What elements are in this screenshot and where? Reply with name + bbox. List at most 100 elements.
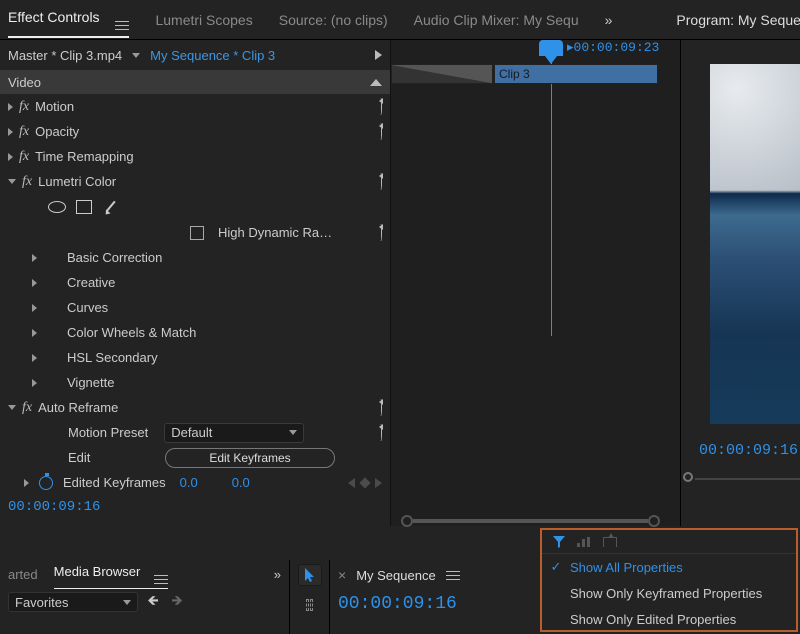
menu-show-all[interactable]: ✓ Show All Properties — [542, 554, 796, 580]
nav-back-button[interactable]: 🡸 — [144, 594, 162, 610]
panel-menu-icon[interactable] — [154, 575, 168, 584]
pen-mask-icon[interactable] — [102, 200, 116, 214]
lumetri-wheels-row[interactable]: Color Wheels & Match — [0, 320, 390, 345]
scrubber-handle[interactable] — [683, 472, 693, 482]
menu-show-all-label: Show All Properties — [570, 560, 683, 575]
favorites-select[interactable]: Favorites — [8, 592, 138, 612]
reset-icon[interactable] — [380, 98, 382, 115]
lumetri-hdr-row[interactable]: High Dynamic Ra… — [0, 220, 390, 245]
close-icon[interactable]: × — [338, 567, 346, 583]
fx-autoreframe-row[interactable]: fx Auto Reframe — [0, 395, 390, 420]
panel-menu-icon[interactable] — [446, 571, 460, 580]
nav-forward-button[interactable]: 🡺 — [168, 594, 186, 610]
reset-icon[interactable] — [380, 424, 382, 441]
add-keyframe-icon[interactable] — [359, 477, 370, 488]
effect-controls-timecode[interactable]: 00:00:09:16 — [0, 495, 390, 519]
timeline-clip-label: Clip 3 — [499, 67, 530, 81]
tabs-overflow[interactable]: » — [605, 12, 613, 28]
fx-opacity-row[interactable]: fx Opacity — [0, 119, 390, 144]
program-scrubber[interactable] — [687, 475, 800, 483]
program-monitor: 00:00:09:16 — [680, 40, 800, 526]
motionpreset-select[interactable]: Default — [164, 423, 304, 443]
expand-icon[interactable] — [32, 279, 37, 287]
filter-icon[interactable] — [552, 535, 565, 548]
lumetri-curves-row[interactable]: Curves — [0, 295, 390, 320]
levels-icon[interactable] — [577, 537, 591, 547]
expand-icon[interactable] — [32, 304, 37, 312]
tab-source[interactable]: Source: (no clips) — [279, 12, 388, 28]
edited-keyframes-row[interactable]: Edited Keyframes 0.0 0.0 — [0, 470, 390, 495]
keyframe-value-1[interactable]: 0.0 — [180, 475, 198, 490]
zoom-bar[interactable] — [413, 519, 648, 523]
main-area: Master * Clip 3.mp4 My Sequence * Clip 3… — [0, 40, 800, 526]
sort-triangle-icon[interactable] — [370, 79, 382, 86]
stopwatch-icon[interactable] — [39, 476, 53, 490]
expand-icon[interactable] — [32, 354, 37, 362]
lumetri-creative-row[interactable]: Creative — [0, 270, 390, 295]
menu-show-edited[interactable]: Show Only Edited Properties — [542, 606, 796, 632]
fx-timeremap-row[interactable]: fx Time Remapping — [0, 144, 390, 169]
timeline-clip-prev[interactable] — [391, 64, 493, 84]
expand-icon[interactable] — [24, 479, 29, 487]
expand-icon[interactable] — [8, 153, 13, 161]
zoom-handle-right[interactable] — [648, 515, 660, 527]
expand-icon[interactable] — [32, 254, 37, 262]
ellipse-mask-icon[interactable] — [48, 201, 66, 213]
fx-motion-row[interactable]: fx Motion — [0, 94, 390, 119]
expand-icon[interactable] — [8, 128, 13, 136]
checkbox-hdr[interactable] — [190, 226, 204, 240]
collapse-icon[interactable] — [8, 405, 16, 410]
media-browser-toolbar: Favorites 🡸 🡺 — [0, 588, 289, 616]
video-section-header[interactable]: Video — [0, 70, 390, 94]
reset-icon[interactable] — [380, 224, 382, 241]
collapse-icon[interactable] — [8, 179, 16, 184]
menu-show-keyframed[interactable]: Show Only Keyframed Properties — [542, 580, 796, 606]
reset-icon[interactable] — [380, 123, 382, 140]
keyframe-value-2[interactable]: 0.0 — [232, 475, 250, 490]
fx-lumetri-row[interactable]: fx Lumetri Color — [0, 169, 390, 194]
chevron-down-icon[interactable] — [132, 53, 140, 58]
tab-project-partial[interactable]: arted — [8, 567, 38, 582]
panel-menu-icon[interactable] — [115, 21, 129, 30]
play-icon[interactable] — [375, 50, 382, 60]
export-icon[interactable] — [603, 537, 617, 547]
program-timecode[interactable]: 00:00:09:16 — [699, 442, 798, 459]
edit-keyframes-button[interactable]: Edit Keyframes — [165, 448, 335, 468]
fx-motion-label: Motion — [35, 99, 74, 114]
effect-timeline[interactable]: ▸00:00:09:23 Clip 3 — [390, 40, 680, 526]
track-select-tool[interactable] — [298, 594, 322, 616]
program-preview[interactable] — [710, 64, 800, 424]
lumetri-hsl-row[interactable]: HSL Secondary — [0, 345, 390, 370]
reset-icon[interactable] — [380, 173, 382, 190]
lumetri-vignette-label: Vignette — [67, 375, 114, 390]
tab-audio-mixer[interactable]: Audio Clip Mixer: My Sequ — [414, 12, 579, 28]
timeline-clip-current[interactable]: Clip 3 — [494, 64, 658, 84]
prev-keyframe-icon[interactable] — [348, 478, 355, 488]
video-section-label: Video — [8, 75, 41, 90]
lumetri-basic-row[interactable]: Basic Correction — [0, 245, 390, 270]
expand-icon[interactable] — [32, 379, 37, 387]
expand-icon[interactable] — [32, 329, 37, 337]
selection-tool[interactable] — [298, 564, 322, 586]
top-panel-tabs: Effect Controls Lumetri Scopes Source: (… — [0, 0, 800, 40]
zoom-handle-left[interactable] — [401, 515, 413, 527]
sequence-tab[interactable]: My Sequence — [356, 568, 436, 583]
fx-timeremap-label: Time Remapping — [35, 149, 134, 164]
tabs-overflow[interactable]: » — [274, 567, 281, 582]
checkmark-icon: ✓ — [550, 559, 562, 575]
tab-media-browser[interactable]: Media Browser — [54, 564, 168, 589]
crumb-master[interactable]: Master * Clip 3.mp4 — [8, 48, 122, 63]
crumb-sequence[interactable]: My Sequence * Clip 3 — [150, 48, 275, 63]
edit-keyframes-label: Edit Keyframes — [209, 451, 290, 465]
tab-program-monitor[interactable]: Program: My Seque — [676, 12, 800, 28]
rect-mask-icon[interactable] — [76, 200, 92, 214]
next-keyframe-icon[interactable] — [375, 478, 382, 488]
tab-lumetri-scopes[interactable]: Lumetri Scopes — [155, 12, 252, 28]
timeline-zoom-scrollbar[interactable] — [401, 516, 660, 526]
expand-icon[interactable] — [8, 103, 13, 111]
autoreframe-edit-row: Edit Edit Keyframes — [0, 445, 390, 470]
reset-icon[interactable] — [380, 399, 382, 416]
lumetri-vignette-row[interactable]: Vignette — [0, 370, 390, 395]
tab-effect-controls[interactable]: Effect Controls — [8, 9, 129, 38]
lumetri-curves-label: Curves — [67, 300, 108, 315]
